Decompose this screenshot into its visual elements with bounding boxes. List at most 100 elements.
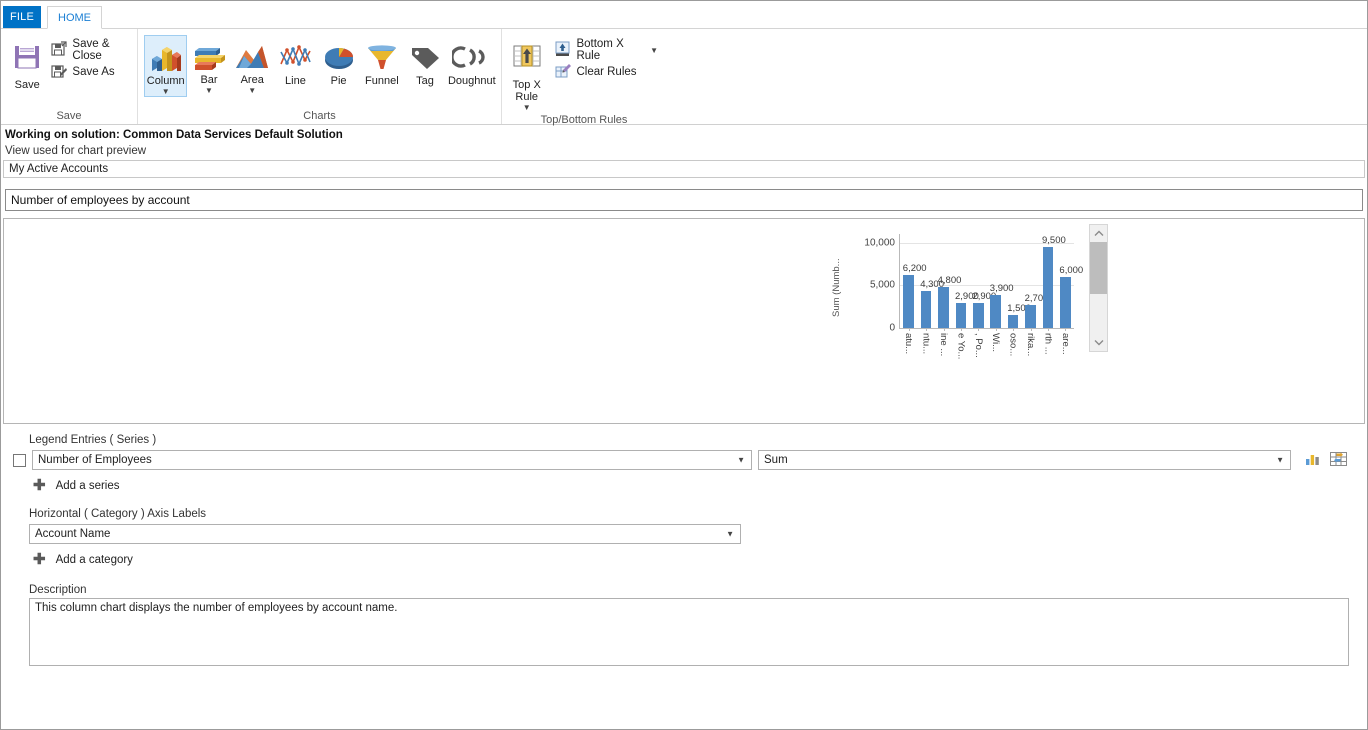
chart-preview-pane: Sum (Numb... 05,00010,000 6,200atu...4,3… (3, 218, 1365, 424)
chart-type-bar-label: Bar (200, 74, 217, 86)
chart-category-label: ntu... (921, 333, 932, 354)
chart-bar (973, 303, 984, 328)
save-as-icon (51, 63, 67, 82)
save-close-icon (51, 41, 67, 60)
tab-home-label: HOME (58, 12, 91, 24)
add-category-label: Add a category (56, 554, 133, 566)
chevron-down-icon[interactable]: ▼ (650, 47, 658, 55)
chart-type-tag[interactable]: Tag (403, 35, 446, 87)
save-icon (12, 37, 42, 77)
scroll-down-icon[interactable] (1090, 334, 1107, 351)
chevron-down-icon: ▼ (1276, 456, 1284, 465)
description-textarea[interactable]: This column chart displays the number of… (29, 598, 1349, 666)
add-series-label: Add a series (56, 480, 120, 492)
add-series-button[interactable]: ✚ Add a series (1, 480, 1367, 492)
save-secondary-actions: Save & Close Save As (47, 35, 133, 83)
chart-type-bar[interactable]: Bar ▼ (187, 35, 230, 95)
series-view-toggles (1305, 452, 1347, 469)
chevron-down-icon[interactable]: ▼ (248, 87, 256, 95)
clear-rules-icon (555, 63, 571, 82)
clear-rules-label: Clear Rules (576, 66, 636, 78)
scroll-up-icon[interactable] (1090, 225, 1107, 242)
scrollbar-thumb[interactable] (1090, 242, 1107, 294)
chart: Sum (Numb... 05,00010,000 6,200atu...4,3… (819, 224, 1084, 356)
chart-type-line[interactable]: Line (274, 35, 317, 87)
chart-type-funnel[interactable]: Funnel (360, 35, 403, 87)
chart-category-label: ine ... (938, 333, 949, 356)
chart-category-label: rth ... (1042, 333, 1053, 355)
chart-designer-form: Legend Entries ( Series ) Number of Empl… (1, 434, 1367, 666)
solution-line: Working on solution: Common Data Service… (1, 125, 1367, 143)
series-aggregate-dropdown[interactable]: Sum ▼ (758, 450, 1291, 470)
chevron-down-icon[interactable]: ▼ (162, 88, 170, 96)
chart-ytick-label: 5,000 (847, 280, 895, 291)
view-field[interactable]: My Active Accounts (3, 160, 1365, 178)
chart-title-input[interactable]: Number of employees by account (5, 189, 1363, 211)
chart-category-label: rika... (1025, 333, 1036, 356)
chart-type-line-label: Line (285, 75, 306, 87)
chart-yaxis-ticks: 05,00010,000 (843, 224, 895, 329)
description-label: Description (1, 584, 1367, 596)
chart-xtick (909, 328, 910, 331)
clear-rules-button[interactable]: Clear Rules (551, 61, 662, 83)
tab-home[interactable]: HOME (47, 6, 102, 29)
series-field-dropdown[interactable]: Number of Employees ▼ (32, 450, 752, 470)
chart-bar (1025, 305, 1036, 328)
add-category-button[interactable]: ✚ Add a category (1, 554, 1367, 566)
category-field-value: Account Name (35, 528, 110, 540)
chart-type-tag-label: Tag (416, 75, 434, 87)
legend-entries-label: Legend Entries ( Series ) (1, 434, 1367, 446)
chart-preview-scrollbar[interactable] (1089, 224, 1108, 352)
bottom-x-rule-icon (555, 41, 571, 60)
save-as-button[interactable]: Save As (47, 61, 133, 83)
chart-type-area[interactable]: Area ▼ (231, 35, 274, 95)
chart-xtick (1048, 328, 1049, 331)
chart-type-column[interactable]: Column ▼ (144, 35, 187, 97)
save-button[interactable]: Save (7, 35, 47, 91)
series-table-icon[interactable] (1330, 452, 1347, 469)
save-as-label: Save As (72, 66, 114, 78)
chart-bar-value-label: 4,800 (938, 275, 962, 286)
bottom-x-rule-label: Bottom X Rule (576, 38, 643, 62)
series-chart-icon[interactable] (1305, 452, 1320, 469)
chart-ytick-label: 0 (847, 323, 895, 334)
chart-type-pie[interactable]: Pie (317, 35, 360, 87)
top-x-rule-icon (511, 37, 543, 77)
top-x-rule-button[interactable]: Top X Rule ▼ (506, 35, 547, 112)
chart-type-column-label: Column (147, 75, 185, 87)
spacer (1, 178, 1367, 189)
chart-bar-value-label: 3,900 (990, 283, 1014, 294)
ribbon-group-save: Save Save & Close (1, 29, 137, 124)
chart-bar (1008, 315, 1019, 328)
tab-file[interactable]: FILE (3, 6, 41, 28)
ribbon-group-save-title: Save (5, 108, 133, 124)
chart-xtick (944, 328, 945, 331)
bottom-x-rule-button[interactable]: Bottom X Rule ▼ (551, 39, 662, 61)
solution-bar: Working on solution: Common Data Service… (1, 125, 1367, 211)
category-field-dropdown[interactable]: Account Name ▼ (29, 524, 741, 544)
chart-type-doughnut-label: Doughnut (448, 75, 496, 87)
series-row: Number of Employees ▼ Sum ▼ (1, 450, 1367, 470)
chart-xtick (1031, 328, 1032, 331)
chart-bar (921, 291, 932, 328)
chart-bar-value-label: 6,000 (1059, 265, 1083, 276)
chevron-down-icon[interactable]: ▼ (205, 87, 213, 95)
series-checkbox[interactable] (13, 454, 26, 467)
chart-xtick (996, 328, 997, 331)
funnel-chart-icon (365, 39, 399, 75)
pie-chart-icon (322, 39, 356, 75)
chevron-down-icon[interactable]: ▼ (523, 104, 531, 112)
ribbon-group-rules-title: Top/Bottom Rules (506, 112, 662, 128)
chart-bar (1043, 247, 1054, 328)
chart-xtick (926, 328, 927, 331)
save-and-close-button[interactable]: Save & Close (47, 39, 133, 61)
chart-category-label: atu... (903, 333, 914, 354)
save-button-label: Save (15, 79, 40, 91)
ribbon-group-charts-title: Charts (142, 108, 497, 124)
scrollbar-track[interactable] (1090, 242, 1107, 334)
chart-bar (903, 275, 914, 328)
doughnut-chart-icon (452, 39, 492, 75)
chart-type-doughnut[interactable]: Doughnut (447, 35, 497, 87)
chart-bar-value-label: 6,200 (903, 263, 927, 274)
column-chart-icon (149, 39, 183, 75)
